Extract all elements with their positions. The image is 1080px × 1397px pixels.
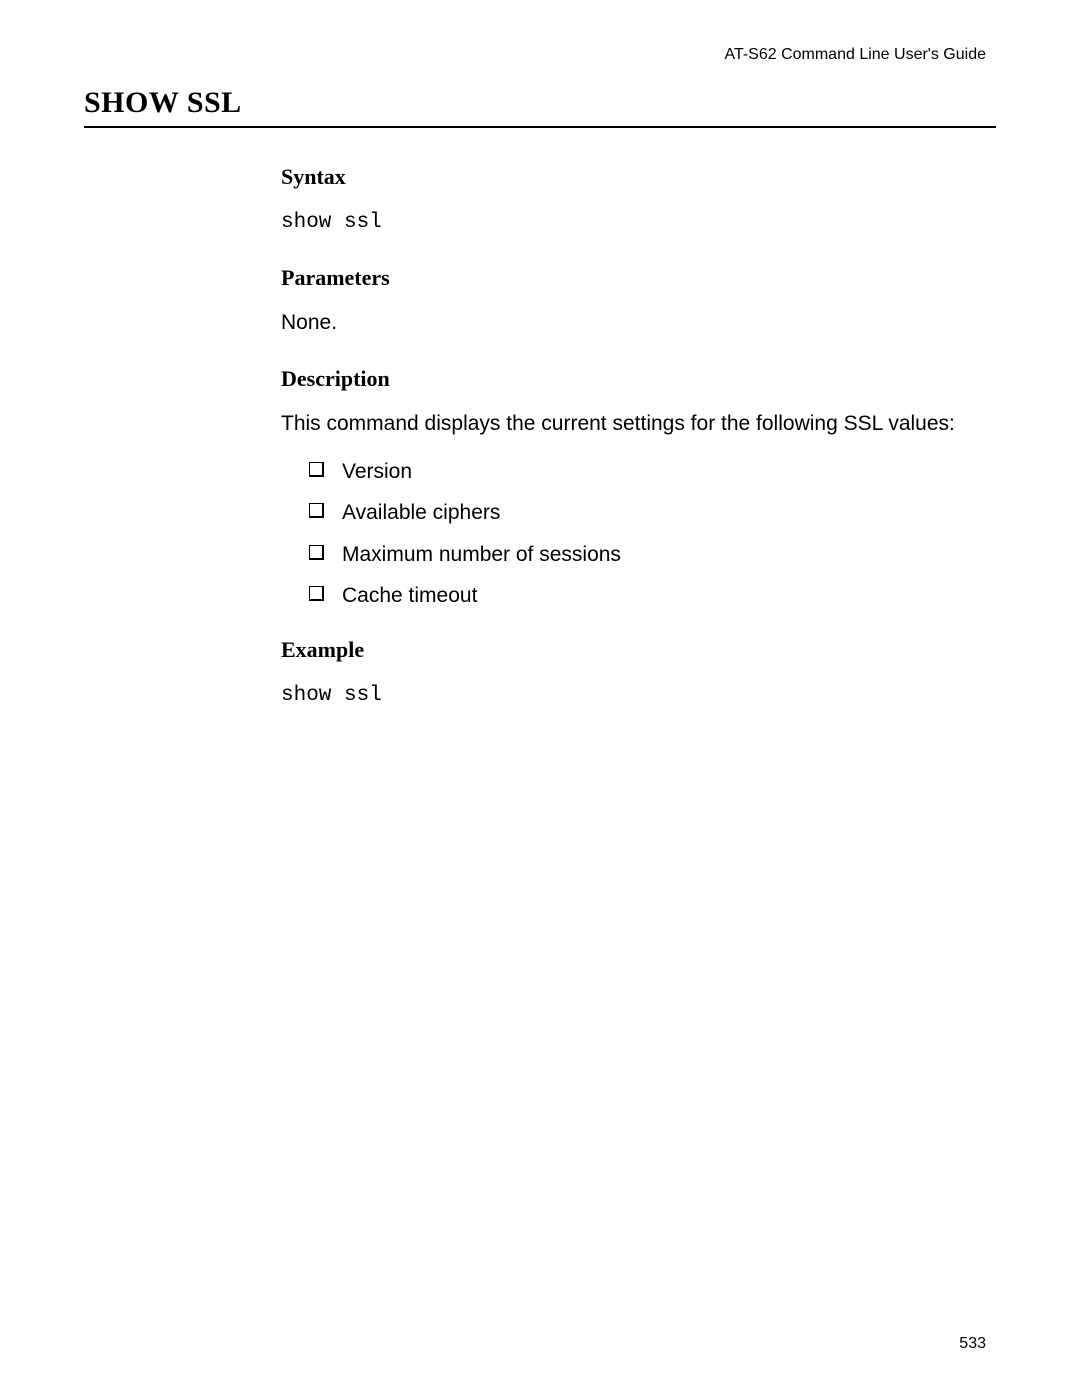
list-item: Version — [309, 458, 981, 485]
bullet-icon — [309, 545, 324, 560]
list-item-label: Version — [342, 458, 412, 485]
page: AT-S62 Command Line User's Guide SHOW SS… — [0, 0, 1080, 1397]
syntax-body: show ssl — [281, 208, 981, 237]
bullet-icon — [309, 462, 324, 477]
description-heading: Description — [281, 366, 981, 392]
list-item-label: Cache timeout — [342, 582, 477, 609]
parameters-heading: Parameters — [281, 265, 981, 291]
list-item-label: Maximum number of sessions — [342, 541, 621, 568]
syntax-heading: Syntax — [281, 164, 981, 190]
content-area: Syntax show ssl Parameters None. Descrip… — [281, 164, 981, 711]
bullet-icon — [309, 586, 324, 601]
example-heading: Example — [281, 637, 981, 663]
page-number: 533 — [959, 1335, 986, 1353]
list-item: Available ciphers — [309, 499, 981, 526]
page-title: SHOW SSL — [84, 86, 996, 128]
parameters-body: None. — [281, 309, 981, 337]
list-item: Cache timeout — [309, 582, 981, 609]
description-body: This command displays the current settin… — [281, 410, 981, 438]
list-item-label: Available ciphers — [342, 499, 500, 526]
description-list: Version Available ciphers Maximum number… — [309, 458, 981, 609]
list-item: Maximum number of sessions — [309, 541, 981, 568]
doc-header: AT-S62 Command Line User's Guide — [724, 46, 986, 64]
example-body: show ssl — [281, 681, 981, 710]
bullet-icon — [309, 503, 324, 518]
